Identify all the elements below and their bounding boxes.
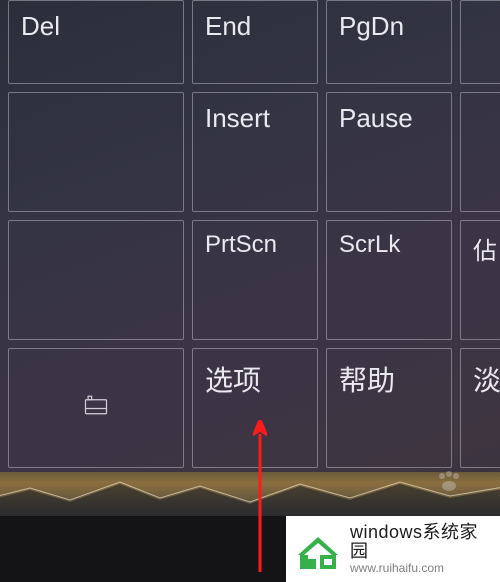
key-blank-r2b[interactable] <box>460 92 500 212</box>
key-label: 帮助 <box>339 359 395 399</box>
watermark-title: windows系统家园 <box>350 523 490 563</box>
key-row-2: Insert Pause <box>0 92 500 212</box>
key-end[interactable]: End <box>192 0 318 84</box>
key-label: 选项 <box>205 359 261 399</box>
key-label: End <box>205 11 251 42</box>
key-row-1: Del End PgDn <box>0 0 500 84</box>
key-help[interactable]: 帮助 <box>326 348 452 468</box>
key-label: Pause <box>339 103 413 134</box>
key-pause[interactable]: Pause <box>326 92 452 212</box>
key-blank-r3a[interactable] <box>8 220 184 340</box>
key-scrlk[interactable]: ScrLk <box>326 220 452 340</box>
key-cut-r4[interactable]: 淡 <box>460 348 500 468</box>
key-insert[interactable]: Insert <box>192 92 318 212</box>
desktop-wallpaper-strip <box>0 472 500 516</box>
site-watermark: windows系统家园 www.ruihaifu.com <box>286 516 500 582</box>
key-dock[interactable] <box>8 348 184 468</box>
key-label: PgDn <box>339 11 404 42</box>
watermark-text: windows系统家园 www.ruihaifu.com <box>350 523 490 576</box>
onscreen-keyboard-screenshot: Del End PgDn Insert Pause PrtScn <box>0 0 500 582</box>
key-label: ScrLk <box>339 231 400 259</box>
key-cut-r3[interactable]: 佔 <box>460 220 500 340</box>
watermark-url: www.ruihaifu.com <box>350 562 490 575</box>
key-label: 佔 <box>473 231 497 266</box>
key-row-3: PrtScn ScrLk 佔 <box>0 220 500 340</box>
key-label: Del <box>21 11 60 42</box>
key-label: PrtScn <box>205 231 277 259</box>
dock-icon <box>82 391 110 426</box>
key-label: Insert <box>205 103 270 134</box>
key-prtscn[interactable]: PrtScn <box>192 220 318 340</box>
watermark-logo-icon <box>294 525 342 573</box>
key-blank-r1[interactable] <box>460 0 500 84</box>
key-row-4: 选项 帮助 淡 <box>0 348 500 468</box>
key-label: 淡 <box>473 359 500 399</box>
key-options[interactable]: 选项 <box>192 348 318 468</box>
key-blank-r2a[interactable] <box>8 92 184 212</box>
key-pgdn[interactable]: PgDn <box>326 0 452 84</box>
key-del[interactable]: Del <box>8 0 184 84</box>
mountain-silhouette <box>0 472 500 516</box>
